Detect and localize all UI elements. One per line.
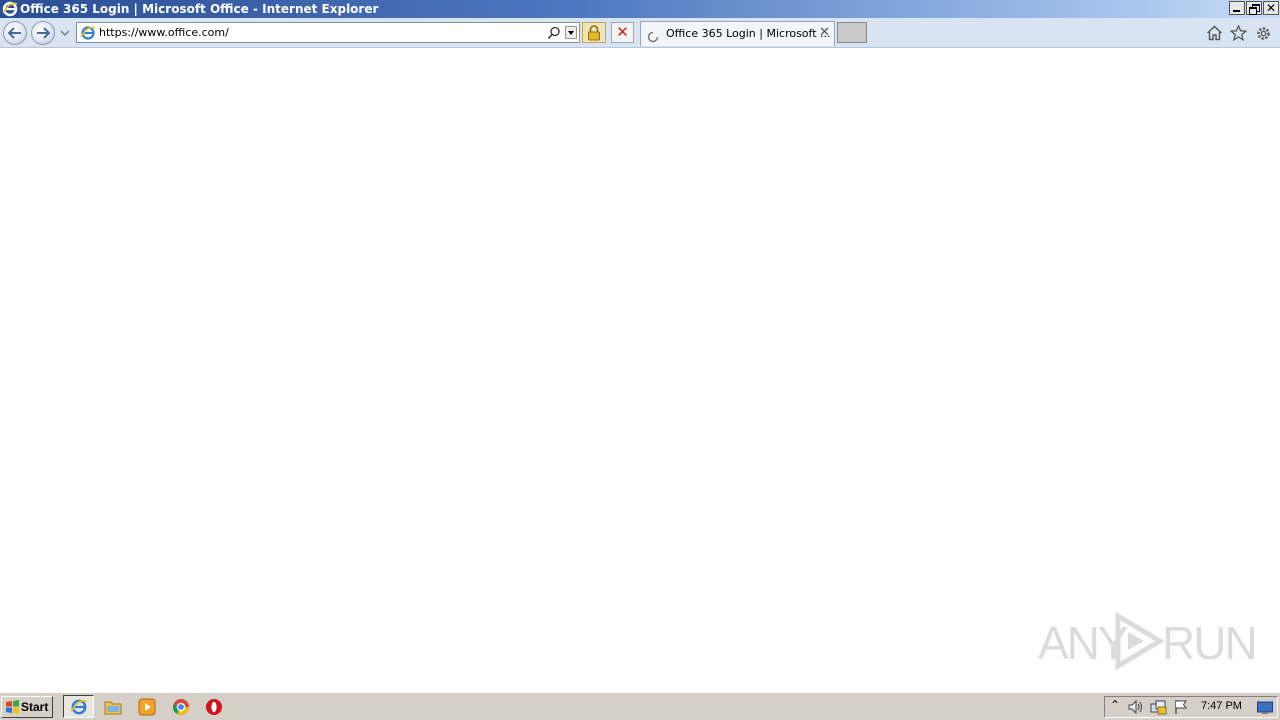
show-hidden-icons-icon[interactable]: ⌃ xyxy=(1110,698,1120,712)
tab-office-login[interactable]: Office 365 Login | Microsoft ... ✕ xyxy=(640,21,835,46)
watermark-text-right: RUN xyxy=(1162,617,1258,669)
forward-button[interactable] xyxy=(31,21,55,45)
taskbar-ie-button[interactable] xyxy=(63,695,94,718)
new-tab-button[interactable] xyxy=(837,22,867,43)
lock-icon xyxy=(588,24,600,40)
start-label: Start xyxy=(21,700,49,714)
address-dropdown-button[interactable] xyxy=(565,26,577,39)
search-icon[interactable] xyxy=(547,25,561,44)
url-text[interactable]: https://www.office.com/ xyxy=(99,26,229,39)
ie-icon xyxy=(69,699,87,714)
window-title-bar[interactable]: Office 365 Login | Microsoft Office - In… xyxy=(0,0,1280,18)
favorites-star-icon[interactable] xyxy=(1229,24,1248,45)
recent-pages-chevron-icon[interactable] xyxy=(60,28,70,38)
clock[interactable]: 7:47 PM xyxy=(1201,700,1242,712)
show-desktop-icon[interactable] xyxy=(1257,700,1273,719)
watermark-play-icon xyxy=(1115,612,1165,670)
network-icon[interactable] xyxy=(1150,699,1168,719)
window-controls: ✕ xyxy=(1229,1,1279,15)
explorer-folder-icon[interactable] xyxy=(103,697,123,717)
windows-flag-icon xyxy=(5,700,20,717)
page-content-area[interactable] xyxy=(0,48,1280,692)
chrome-icon[interactable] xyxy=(171,697,191,717)
restore-button[interactable] xyxy=(1246,1,1262,15)
security-lock-button[interactable] xyxy=(582,22,606,43)
taskbar: Start ⌃ 7:47 PM xyxy=(0,692,1280,720)
window-title: Office 365 Login | Microsoft Office - In… xyxy=(20,2,379,16)
media-player-icon[interactable] xyxy=(137,697,157,717)
gear-icon[interactable] xyxy=(1255,25,1272,46)
opera-icon[interactable] xyxy=(204,697,224,717)
close-window-button[interactable]: ✕ xyxy=(1263,1,1279,15)
address-bar[interactable]: https://www.office.com/ xyxy=(76,22,580,43)
start-button[interactable]: Start xyxy=(1,696,53,718)
back-button[interactable] xyxy=(3,21,27,45)
browser-toolbar: https://www.office.com/ ✕ Office 365 Log… xyxy=(0,18,1280,48)
back-arrow-icon xyxy=(8,27,21,39)
system-tray: ⌃ 7:47 PM xyxy=(1104,696,1278,718)
anyrun-watermark: ANY RUN xyxy=(1038,612,1258,670)
page-ie-icon xyxy=(80,25,96,45)
minimize-button[interactable] xyxy=(1229,1,1245,15)
home-icon[interactable] xyxy=(1206,25,1223,45)
loading-spinner-icon xyxy=(647,28,659,47)
tab-label: Office 365 Login | Microsoft ... xyxy=(666,27,831,40)
close-tab-icon[interactable]: ✕ xyxy=(819,25,830,40)
action-center-flag-icon[interactable] xyxy=(1173,699,1189,719)
stop-button[interactable]: ✕ xyxy=(611,22,634,43)
forward-arrow-icon xyxy=(37,27,50,39)
volume-icon[interactable] xyxy=(1127,699,1145,719)
